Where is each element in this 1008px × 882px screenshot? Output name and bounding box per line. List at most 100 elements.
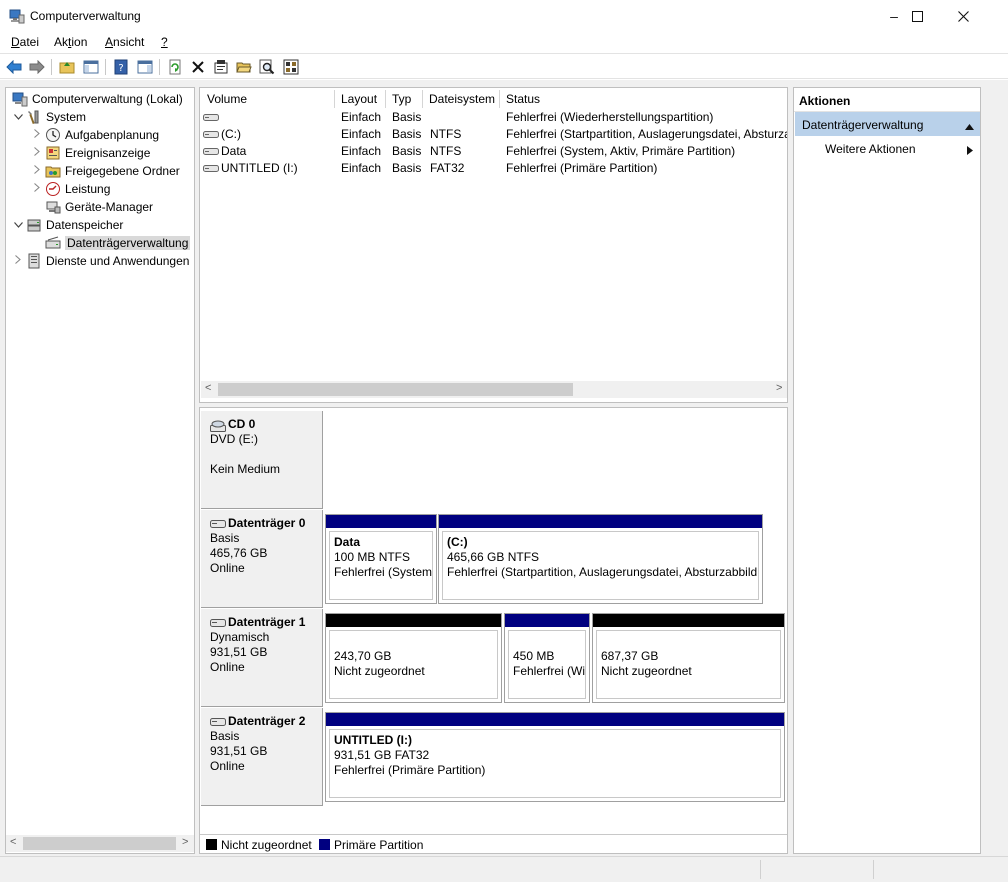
- volume-row[interactable]: Einfach Basis Fehlerfrei (Wiederherstellun…: [200, 109, 787, 126]
- tools-icon: [26, 109, 42, 125]
- refresh-icon[interactable]: [166, 58, 184, 76]
- maximize-button[interactable]: [894, 0, 940, 32]
- disk-info-0[interactable]: CD 0 DVD (E:) Kein Medium: [201, 411, 323, 509]
- forward-arrow-icon[interactable]: [28, 58, 46, 76]
- actions-section-disk-management[interactable]: Datenträgerverwaltung: [795, 112, 980, 136]
- disk-line3: Kein Medium: [210, 462, 281, 476]
- services-icon: [26, 253, 42, 269]
- volume-name: UNTITLED (I:): [221, 161, 298, 175]
- disk-info-1[interactable]: Datenträger 0 Basis 465,76 GB Online: [201, 510, 323, 608]
- collapsed-chevron-icon[interactable]: [31, 129, 43, 141]
- expanded-chevron-icon[interactable]: [12, 112, 24, 123]
- volume-row[interactable]: (C:) Einfach Basis NTFS Fehlerfrei (Startpar…: [200, 126, 787, 143]
- disk-line1: Basis: [210, 531, 240, 545]
- column-header-layout[interactable]: Layout: [335, 90, 386, 108]
- hard-disk-icon: [210, 518, 226, 529]
- partition-primary[interactable]: Data 100 MB NTFS Fehlerfrei (System,: [325, 514, 437, 604]
- scroll-right-arrow-icon[interactable]: >: [776, 382, 782, 394]
- volume-list: Volume Layout Typ Dateisystem Status Ein…: [199, 87, 788, 403]
- partition-unallocated[interactable]: 687,37 GB Nicht zugeordnet: [592, 613, 785, 703]
- open-icon[interactable]: [235, 58, 253, 76]
- disk-line2: 465,76 GB: [210, 546, 268, 560]
- collapsed-chevron-icon[interactable]: [31, 147, 43, 159]
- collapse-up-icon[interactable]: [965, 119, 974, 133]
- disk-line3: Online: [210, 660, 245, 674]
- volume-list-horizontal-scrollbar[interactable]: < >: [201, 381, 787, 398]
- partition-unallocated[interactable]: 243,70 GB Nicht zugeordnet: [325, 613, 502, 703]
- partition-primary[interactable]: (C:) 465,66 GB NTFS Fehlerfrei (Startparti…: [438, 514, 763, 604]
- volume-cell-layout: Einfach: [341, 161, 382, 175]
- disk-name: CD 0: [228, 417, 256, 431]
- help-icon[interactable]: ?: [112, 58, 130, 76]
- close-button[interactable]: [940, 0, 986, 32]
- partition-primary[interactable]: UNTITLED (I:) 931,51 GB FAT32 Fehlerfrei (…: [325, 712, 785, 802]
- cd-drive-icon: [210, 419, 226, 432]
- back-arrow-icon[interactable]: [5, 58, 23, 76]
- tree-item-performance[interactable]: Leistung: [31, 180, 110, 198]
- column-header-volume[interactable]: Volume: [201, 90, 335, 108]
- menu-help[interactable]: ?: [161, 35, 168, 49]
- properties-icon[interactable]: [212, 58, 230, 76]
- show-hide-action-pane-icon[interactable]: [136, 58, 154, 76]
- tree-item-services[interactable]: Dienste und Anwendungen: [12, 252, 189, 270]
- partition-status: Nicht zugeordnet: [601, 664, 692, 678]
- tree-item-clock[interactable]: Aufgabenplanung: [31, 126, 159, 144]
- tree-item-storage[interactable]: Datenspeicher: [12, 216, 123, 234]
- status-bar: [0, 856, 1008, 882]
- tree-item-label: Aufgabenplanung: [65, 128, 160, 142]
- volume-cell-dateisystem: NTFS: [430, 144, 462, 158]
- partition-status: Fehlerfrei (Wi: [513, 664, 586, 678]
- more-actions-item[interactable]: Weitere Aktionen: [825, 142, 916, 156]
- disk-line2: [210, 447, 322, 462]
- tree-item-computer-management[interactable]: Computerverwaltung (Lokal): [10, 90, 183, 108]
- column-header-status[interactable]: Status: [500, 90, 787, 108]
- partition-primary[interactable]: 450 MB Fehlerfrei (Wi: [504, 613, 590, 703]
- legend-unallocated-swatch: [206, 839, 217, 850]
- menu-ansicht[interactable]: Ansicht: [105, 35, 144, 49]
- computer-management-icon: [12, 91, 28, 107]
- scrollbar-thumb[interactable]: [218, 383, 573, 396]
- disk-management-icon: [45, 235, 61, 251]
- tree-horizontal-scrollbar[interactable]: < >: [6, 835, 194, 852]
- scroll-right-arrow-icon[interactable]: >: [182, 836, 188, 848]
- delete-icon[interactable]: [189, 58, 207, 76]
- drive-icon: [203, 161, 219, 178]
- submenu-arrow-icon[interactable]: [967, 144, 973, 158]
- disk-info-3[interactable]: Datenträger 2 Basis 931,51 GB Online: [201, 708, 323, 806]
- tree-item-label: Computerverwaltung (Lokal): [32, 92, 183, 106]
- scrollbar-thumb[interactable]: [23, 837, 176, 850]
- show-hide-tree-icon[interactable]: [82, 58, 100, 76]
- expanded-chevron-icon[interactable]: [12, 220, 24, 231]
- search-icon[interactable]: [258, 58, 276, 76]
- toolbar-separator: [159, 59, 160, 75]
- volume-cell-volume: (C:): [203, 126, 335, 144]
- scroll-left-arrow-icon[interactable]: <: [10, 836, 16, 848]
- tree-item-label: Geräte-Manager: [65, 200, 154, 214]
- status-separator: [873, 860, 874, 879]
- collapsed-chevron-icon[interactable]: [31, 165, 43, 177]
- volume-row[interactable]: UNTITLED (I:) Einfach Basis FAT32 Fehlerfrei…: [200, 160, 787, 177]
- tree-item-disk-management[interactable]: Datenträgerverwaltung: [31, 234, 191, 252]
- svg-text:?: ?: [118, 63, 123, 74]
- disk-line1: Dynamisch: [210, 630, 270, 644]
- partition-status: Fehlerfrei (Startpartition, Auslagerungs…: [447, 565, 758, 579]
- volume-cell-status: Fehlerfrei (Wiederherstellungspartition): [506, 110, 714, 124]
- up-folder-icon[interactable]: [58, 58, 76, 76]
- volume-row[interactable]: Data Einfach Basis NTFS Fehlerfrei (System, …: [200, 143, 787, 160]
- column-header-dateisystem[interactable]: Dateisystem: [423, 90, 500, 108]
- column-header-typ[interactable]: Typ: [386, 90, 423, 108]
- settings-icon[interactable]: [282, 58, 300, 76]
- disk-info-2[interactable]: Datenträger 1 Dynamisch 931,51 GB Online: [201, 609, 323, 707]
- menu-datei[interactable]: Datei: [11, 35, 39, 49]
- tree-item-device-manager[interactable]: Geräte-Manager: [31, 198, 153, 216]
- partition-color-bar: [593, 614, 784, 627]
- scroll-left-arrow-icon[interactable]: <: [205, 382, 211, 394]
- menu-aktion[interactable]: Aktion: [54, 35, 87, 49]
- tree-item-shared-folder[interactable]: Freigegebene Ordner: [31, 162, 180, 180]
- disk-line3: Online: [210, 561, 245, 575]
- tree-item-event-viewer[interactable]: Ereignisanzeige: [31, 144, 150, 162]
- tree-item-tools[interactable]: System: [12, 108, 86, 126]
- collapsed-chevron-icon[interactable]: [31, 183, 43, 195]
- partition-color-bar: [326, 713, 784, 726]
- collapsed-chevron-icon[interactable]: [12, 255, 24, 267]
